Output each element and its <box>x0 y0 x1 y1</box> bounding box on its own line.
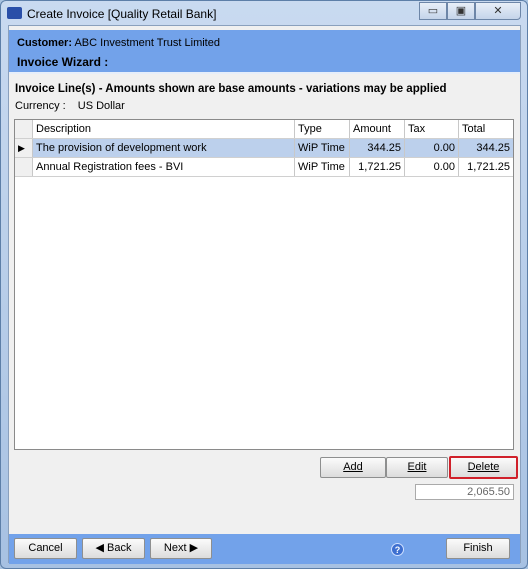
cell-tax: 0.00 <box>405 158 459 176</box>
grid-header: Description Type Amount Tax Total <box>15 120 513 139</box>
minimize-icon[interactable]: ▭ <box>419 2 447 20</box>
column-header-tax[interactable]: Tax <box>405 120 459 138</box>
cell-amount: 344.25 <box>350 139 405 157</box>
cell-type: WiP Time <box>295 158 350 176</box>
cancel-button[interactable]: Cancel <box>14 538 77 559</box>
wizard-footer: Cancel ◀ Back Next ▶ ? Finish <box>9 534 520 564</box>
customer-label: Customer: <box>17 37 73 49</box>
help-icon[interactable]: ? <box>391 543 404 556</box>
currency-value: US Dollar <box>77 100 125 112</box>
cell-total: 1,721.25 <box>467 161 510 173</box>
currency-label: Currency : <box>15 100 66 112</box>
app-icon <box>7 7 22 19</box>
wizard-client: Customer: ABC Investment Trust Limited I… <box>8 25 521 564</box>
create-invoice-window: Create Invoice [Quality Retail Bank] ▭ ▣… <box>0 0 528 569</box>
cell-amount: 1,721.25 <box>350 158 405 176</box>
invoice-lines-grid[interactable]: Description Type Amount Tax Total ▶ The … <box>14 119 514 450</box>
maximize-icon[interactable]: ▣ <box>447 2 475 20</box>
wizard-label: Invoice Wizard : <box>17 55 109 69</box>
cell-type: WiP Time <box>295 139 350 157</box>
column-header-description[interactable]: Description <box>33 120 295 138</box>
invoice-total-field: 2,065.50 <box>415 484 514 500</box>
cell-description: Annual Registration fees - BVI <box>33 158 295 176</box>
wizard-header: Customer: ABC Investment Trust Limited I… <box>9 30 520 74</box>
close-icon[interactable]: ✕ <box>475 2 521 20</box>
table-row[interactable]: Annual Registration fees - BVI WiP Time … <box>15 158 513 177</box>
table-row[interactable]: ▶ The provision of development work WiP … <box>15 139 513 158</box>
back-button[interactable]: ◀ Back <box>82 538 145 559</box>
column-header-amount[interactable]: Amount <box>350 120 405 138</box>
add-button[interactable]: Add <box>320 457 386 478</box>
cell-description: The provision of development work <box>33 139 295 157</box>
finish-button[interactable]: Finish <box>446 538 510 559</box>
cell-total: 344.25 <box>476 142 510 154</box>
column-header-total[interactable]: Total <box>459 120 513 138</box>
next-button[interactable]: Next ▶ <box>150 538 212 559</box>
row-indicator-icon: ▶ <box>15 139 33 157</box>
edit-button[interactable]: Edit <box>386 457 448 478</box>
back-arrow-icon: ◀ <box>95 542 108 554</box>
section-title: Invoice Line(s) - Amounts shown are base… <box>15 83 447 95</box>
cell-tax: 0.00 <box>405 139 459 157</box>
delete-button[interactable]: Delete <box>449 456 518 479</box>
column-header-type[interactable]: Type <box>295 120 350 138</box>
next-arrow-icon: ▶ <box>186 542 199 554</box>
window-title: Create Invoice [Quality Retail Bank] <box>27 7 217 21</box>
customer-name: ABC Investment Trust Limited <box>74 37 220 49</box>
